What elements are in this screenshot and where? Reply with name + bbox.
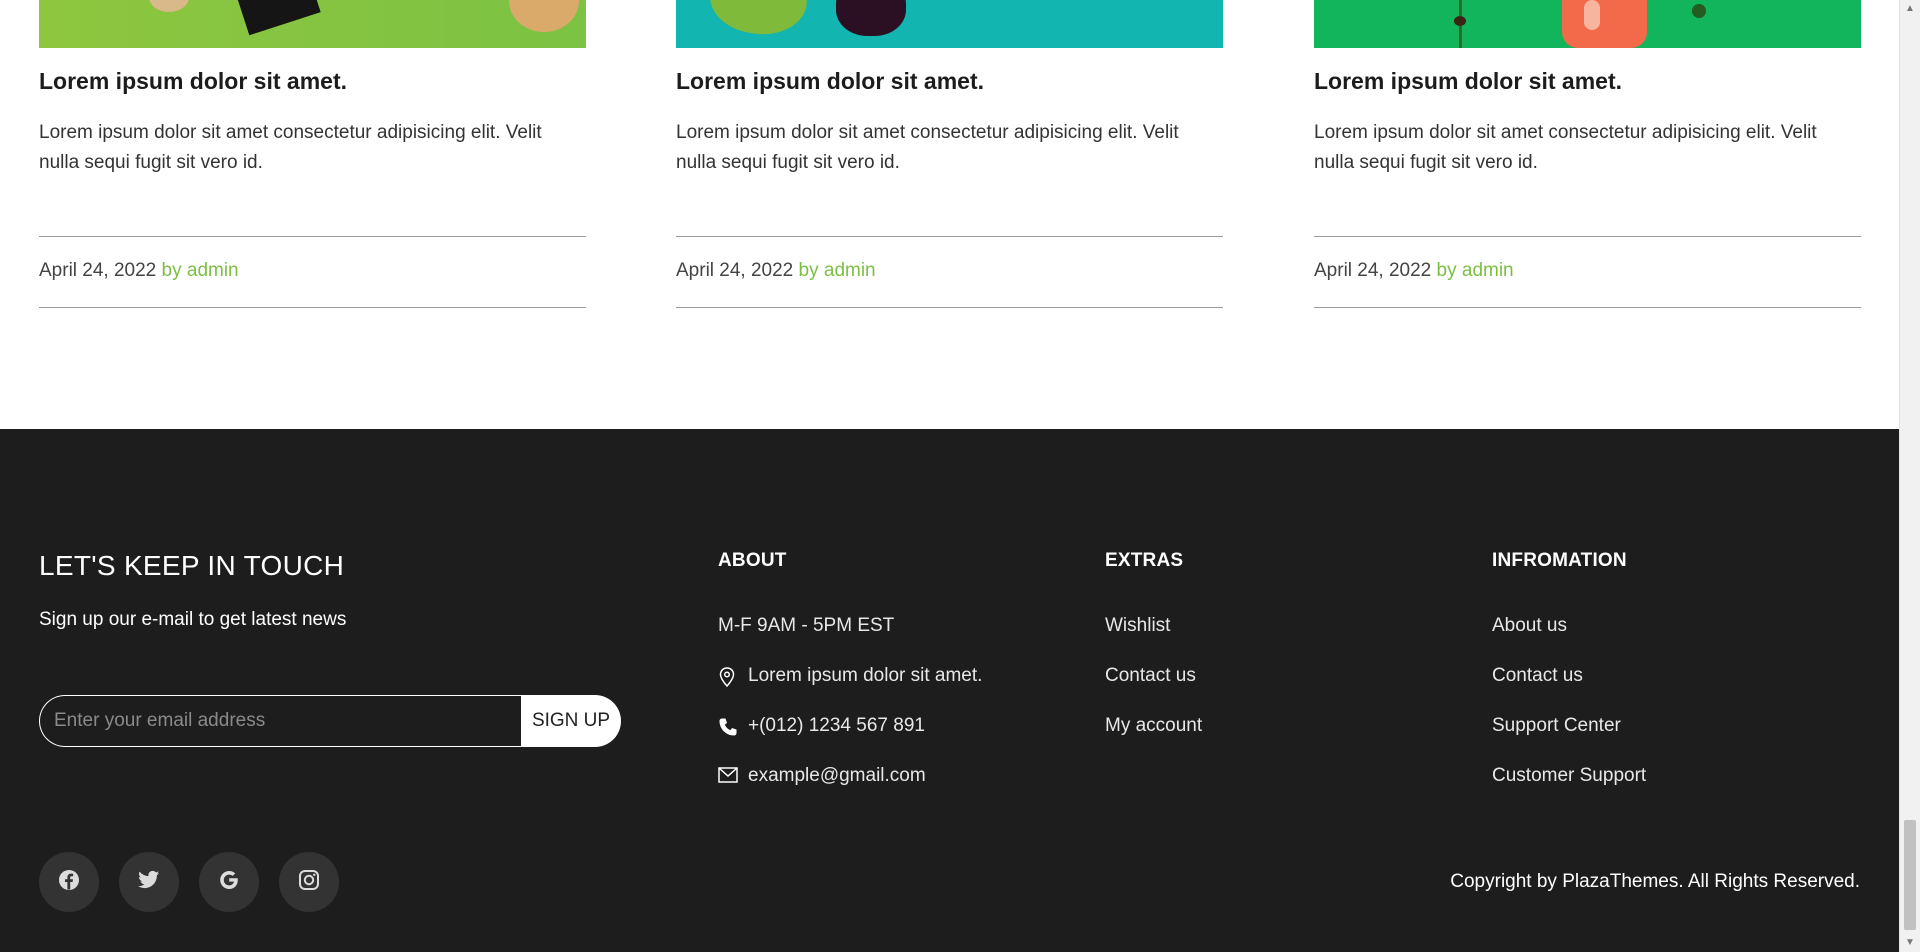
food-shape — [149, 0, 189, 12]
divider — [1314, 236, 1861, 237]
divider — [676, 307, 1223, 308]
extras-heading: EXTRAS — [1105, 550, 1184, 571]
info-link-customer-support[interactable]: Customer Support — [1492, 765, 1646, 815]
email-input[interactable] — [39, 695, 521, 747]
blog-section: Lorem ipsum dolor sit amet. Lorem ipsum … — [0, 0, 1899, 429]
about-list: M-F 9AM - 5PM EST Lorem ipsum dolor sit … — [718, 615, 982, 815]
post-date: April 24, 2022 — [1314, 260, 1432, 281]
divider — [39, 307, 586, 308]
scroll-down-arrow-icon[interactable]: ▼ — [1900, 934, 1920, 952]
blog-card-meta: April 24, 2022 by admin — [1314, 260, 1514, 282]
mail-icon — [718, 765, 740, 783]
phone-text[interactable]: +(012) 1234 567 891 — [748, 715, 925, 737]
business-hours: M-F 9AM - 5PM EST — [718, 615, 982, 665]
post-author-link[interactable]: by admin — [1437, 260, 1514, 281]
blog-card-image[interactable] — [39, 0, 586, 48]
address-item: Lorem ipsum dolor sit amet. — [718, 665, 982, 715]
leaf-shape — [701, 0, 816, 48]
blog-card-title[interactable]: Lorem ipsum dolor sit amet. — [39, 68, 347, 95]
blog-card-title[interactable]: Lorem ipsum dolor sit amet. — [1314, 68, 1622, 95]
extras-link-contact[interactable]: Contact us — [1105, 665, 1202, 715]
newsletter-subtitle: Sign up our e-mail to get latest news — [39, 609, 347, 630]
divider — [1314, 307, 1861, 308]
extras-link-account[interactable]: My account — [1105, 715, 1202, 765]
facebook-button[interactable] — [39, 852, 99, 912]
sign-up-button[interactable]: SIGN UP — [521, 695, 621, 747]
bottle-shape — [1562, 0, 1647, 48]
newsletter-title: LET'S KEEP IN TOUCH — [39, 550, 345, 581]
info-link-contact[interactable]: Contact us — [1492, 665, 1646, 715]
blog-card: Lorem ipsum dolor sit amet. Lorem ipsum … — [1314, 0, 1861, 308]
phone-icon — [718, 715, 740, 737]
seed-shape — [1454, 16, 1466, 26]
post-author-link[interactable]: by admin — [799, 260, 876, 281]
twitter-button[interactable] — [119, 852, 179, 912]
site-footer: LET'S KEEP IN TOUCH Sign up our e-mail t… — [0, 429, 1899, 952]
blog-card-excerpt: Lorem ipsum dolor sit amet consectetur a… — [1314, 122, 1817, 173]
bag-shape — [232, 0, 321, 36]
about-heading: ABOUT — [718, 550, 787, 571]
extras-list: Wishlist Contact us My account — [1105, 615, 1202, 765]
blog-card-title[interactable]: Lorem ipsum dolor sit amet. — [676, 68, 984, 95]
info-link-about[interactable]: About us — [1492, 615, 1646, 665]
berry-shape — [836, 0, 906, 36]
address-text: Lorem ipsum dolor sit amet. — [748, 665, 983, 686]
nut-shape — [509, 0, 579, 32]
social-links — [39, 852, 339, 912]
blog-card: Lorem ipsum dolor sit amet. Lorem ipsum … — [676, 0, 1223, 308]
blog-card-meta: April 24, 2022 by admin — [676, 260, 876, 282]
blog-card-meta: April 24, 2022 by admin — [39, 260, 239, 282]
scroll-up-arrow-icon[interactable]: ▲ — [1900, 0, 1920, 18]
info-link-support-center[interactable]: Support Center — [1492, 715, 1646, 765]
email-text[interactable]: example@gmail.com — [748, 765, 926, 787]
copyright-text: Copyright by PlazaThemes. All Rights Res… — [1450, 871, 1860, 892]
twitter-icon — [138, 870, 160, 895]
leaf-shape — [1692, 4, 1706, 18]
email-item: example@gmail.com — [718, 765, 982, 815]
instagram-button[interactable] — [279, 852, 339, 912]
google-icon — [218, 869, 240, 896]
blog-card-image[interactable] — [1314, 0, 1861, 48]
blog-card-image[interactable] — [676, 0, 1223, 48]
page-scrollbar[interactable]: ▲ ▼ — [1899, 0, 1920, 952]
instagram-icon — [298, 869, 320, 896]
scrollbar-thumb[interactable] — [1904, 820, 1916, 930]
facebook-icon — [58, 869, 80, 896]
post-date: April 24, 2022 — [676, 260, 794, 281]
newsletter-form: SIGN UP — [39, 695, 621, 747]
extras-link-wishlist[interactable]: Wishlist — [1105, 615, 1202, 665]
post-date: April 24, 2022 — [39, 260, 157, 281]
divider — [676, 236, 1223, 237]
blog-card-excerpt: Lorem ipsum dolor sit amet consectetur a… — [676, 122, 1179, 173]
information-heading: INFROMATION — [1492, 550, 1627, 571]
phone-item: +(012) 1234 567 891 — [718, 715, 982, 765]
bottle-highlight-shape — [1584, 0, 1600, 30]
blog-card: Lorem ipsum dolor sit amet. Lorem ipsum … — [39, 0, 586, 308]
hours-text: M-F 9AM - 5PM EST — [718, 615, 895, 636]
location-pin-icon — [718, 665, 740, 687]
post-author-link[interactable]: by admin — [162, 260, 239, 281]
information-list: About us Contact us Support Center Custo… — [1492, 615, 1646, 815]
divider — [39, 236, 586, 237]
blog-card-excerpt: Lorem ipsum dolor sit amet consectetur a… — [39, 122, 542, 173]
google-button[interactable] — [199, 852, 259, 912]
